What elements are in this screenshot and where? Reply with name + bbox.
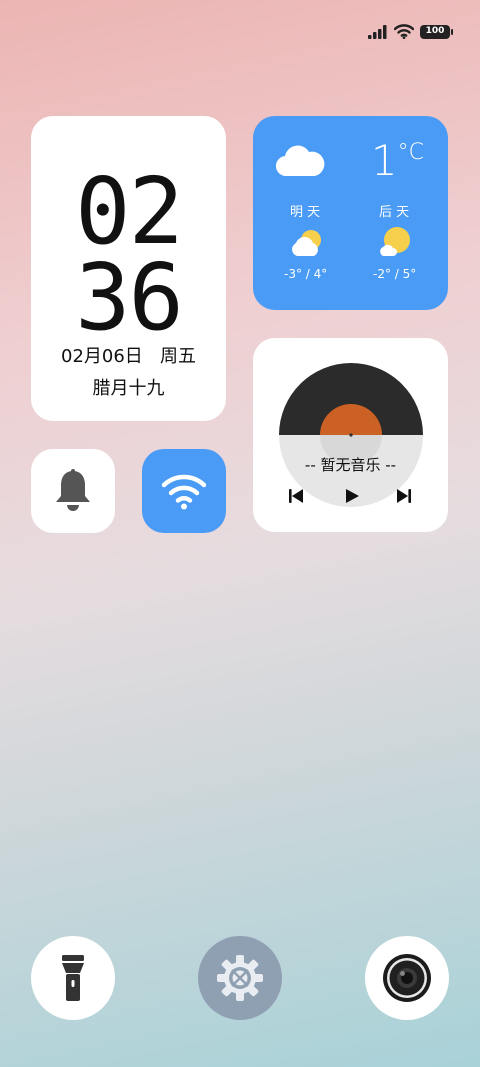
- wifi-icon: [161, 474, 207, 510]
- music-widget[interactable]: -- 暂无音乐 --: [253, 338, 448, 532]
- flashlight-button[interactable]: [31, 936, 115, 1020]
- battery-level: 100: [425, 26, 445, 36]
- signal-icon: [368, 24, 387, 39]
- clock-minute: 36: [75, 244, 184, 351]
- weather-widget[interactable]: 1°C 明 天 后 天 -3° / 4° -2° / 5°: [253, 116, 448, 310]
- current-temperature: 1°C: [370, 136, 424, 185]
- partly-cloudy-icon: [292, 230, 321, 256]
- temperature-unit: °C: [397, 140, 424, 165]
- music-title: -- 暂无音乐 --: [304, 456, 397, 474]
- wifi-toggle-button[interactable]: [142, 449, 226, 533]
- vinyl-record-icon: [279, 363, 423, 507]
- bell-icon: [56, 469, 90, 511]
- clock-date-line: 02月06日 周五: [31, 342, 226, 368]
- tomorrow-temperature: -3° / 4°: [284, 267, 328, 281]
- camera-icon: [383, 954, 431, 1002]
- clock-widget[interactable]: 02 36 02月06日 周五 腊月十九: [31, 116, 226, 421]
- settings-icon: [217, 955, 263, 1001]
- battery-icon: 100: [420, 24, 453, 39]
- camera-button[interactable]: [365, 936, 449, 1020]
- settings-button[interactable]: [198, 936, 282, 1020]
- partly-cloudy-icon: [380, 227, 410, 256]
- clock-date: 02月06日: [61, 346, 143, 367]
- tomorrow-label: 明 天: [290, 205, 321, 220]
- day-after-label: 后 天: [379, 205, 410, 220]
- day-after-temperature: -2° / 5°: [373, 267, 417, 281]
- wifi-icon: [394, 24, 414, 39]
- previous-track-button[interactable]: [287, 487, 305, 505]
- clock-weekday: 周五: [159, 346, 196, 367]
- status-bar: 100: [368, 24, 453, 39]
- cloud-icon: [275, 145, 325, 177]
- bell-toggle-button[interactable]: [31, 449, 115, 533]
- next-track-button[interactable]: [395, 487, 413, 505]
- flashlight-icon: [62, 955, 84, 1001]
- play-button[interactable]: [343, 487, 361, 505]
- clock-lunar-date: 腊月十九: [92, 378, 165, 399]
